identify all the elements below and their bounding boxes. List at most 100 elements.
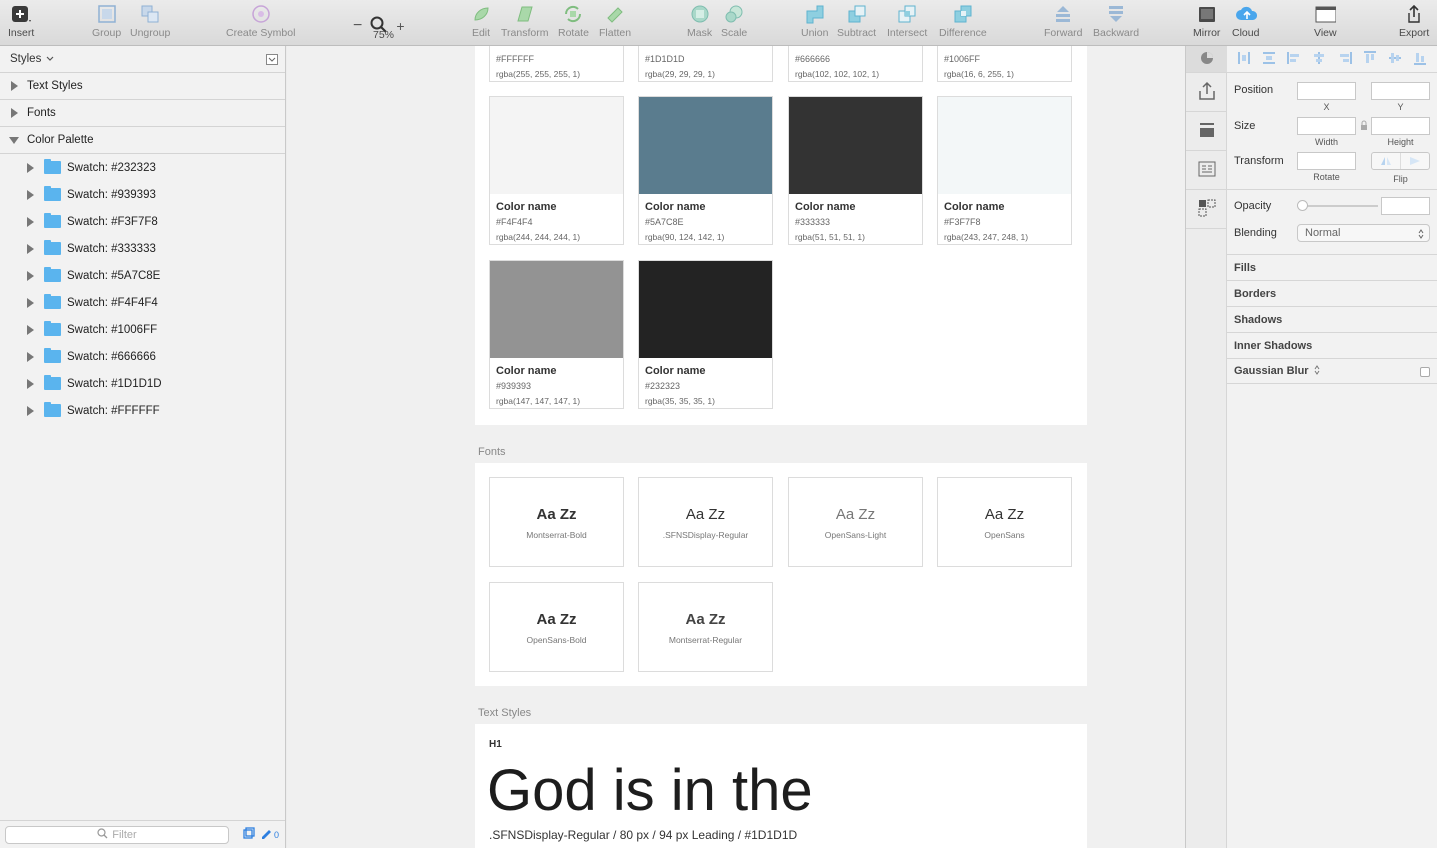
layer-item[interactable]: Swatch: #333333 [0,235,285,262]
inspector-tab-style[interactable] [1186,46,1227,73]
lock-icon[interactable] [1360,120,1368,134]
swatch-card[interactable]: Color name #F3F7F8 rgba(243, 247, 248, 1) [937,96,1072,245]
styles-header[interactable]: Styles [0,46,285,73]
subtract-button[interactable]: Subtract [837,3,876,43]
edit-button[interactable]: Edit [470,3,492,43]
layer-item[interactable]: Swatch: #1006FF [0,316,285,343]
disclosure-triangle-icon[interactable] [11,81,18,91]
swatch-card[interactable]: Color name #F4F4F4 rgba(244, 244, 244, 1) [489,96,624,245]
disclosure-triangle-icon[interactable] [27,216,34,227]
font-card[interactable]: Aa Zz OpenSans-Light [788,477,923,567]
y-field[interactable] [1371,82,1430,100]
disclosure-triangle-icon[interactable] [27,378,34,389]
opacity-field[interactable] [1381,197,1430,215]
layer-item[interactable]: Swatch: #939393 [0,181,285,208]
disclosure-triangle-icon[interactable] [27,297,34,308]
disclosure-triangle-icon[interactable] [27,189,34,200]
align-left-icon[interactable] [1287,51,1301,68]
disclosure-triangle-icon[interactable] [11,108,18,118]
flip-vertical-icon[interactable] [1401,153,1429,169]
layer-item[interactable]: Swatch: #F4F4F4 [0,289,285,316]
fills-section[interactable]: Fills [1227,254,1437,280]
disclosure-triangle-icon[interactable] [27,270,34,281]
updown-chevron-icon[interactable] [1314,364,1320,378]
width-field[interactable] [1297,117,1356,135]
swatch-card[interactable]: Color name #232323 rgba(35, 35, 35, 1) [638,260,773,409]
align-right-icon[interactable] [1338,51,1352,68]
rotate-button[interactable]: Rotate [558,3,589,43]
font-card[interactable]: Aa Zz .SFNSDisplay-Regular [638,477,773,567]
symbols-filter-icon[interactable] [243,827,255,842]
union-button[interactable]: Union [801,3,828,43]
group-button[interactable]: Group [92,3,121,43]
layer-item[interactable]: Swatch: #232323 [0,154,285,181]
gaussian-blur-section[interactable]: Gaussian Blur [1227,358,1437,384]
layer-item[interactable]: Swatch: #F3F7F8 [0,208,285,235]
layer-item[interactable]: Swatch: #FFFFFF [0,397,285,424]
insert-button[interactable]: Insert [8,3,34,43]
swatch-card[interactable]: #666666 rgba(102, 102, 102, 1) [788,46,923,82]
scale-button[interactable]: Scale [721,3,747,43]
font-card[interactable]: Aa Zz OpenSans [937,477,1072,567]
inspector-tab-symbols[interactable] [1186,190,1227,229]
opacity-slider-knob[interactable] [1297,200,1308,211]
swatch-card[interactable]: #FFFFFF rgba(255, 255, 255, 1) [489,46,624,82]
filter-input[interactable]: Filter [5,825,229,844]
swatch-card[interactable]: Color name #939393 rgba(147, 147, 147, 1) [489,260,624,409]
layer-item[interactable]: Swatch: #666666 [0,343,285,370]
flip-horizontal-icon[interactable] [1372,153,1401,169]
flip-control[interactable] [1371,152,1430,170]
height-field[interactable] [1371,117,1430,135]
align-center-icon[interactable] [1312,51,1326,68]
swatch-card[interactable]: #1006FF rgba(16, 6, 255, 1) [937,46,1072,82]
fonts-artboard-label[interactable]: Fonts [478,446,506,458]
layer-item[interactable]: Swatch: #5A7C8E [0,262,285,289]
difference-button[interactable]: Difference [939,3,987,43]
distribute-vertical-icon[interactable] [1262,51,1276,68]
font-card[interactable]: Aa Zz Montserrat-Regular [638,582,773,672]
opacity-slider-track[interactable] [1300,205,1378,207]
shadows-section[interactable]: Shadows [1227,306,1437,332]
zoom-out-icon[interactable]: − [353,18,362,34]
edited-filter-icon[interactable] [260,827,272,842]
ungroup-button[interactable]: Ungroup [130,3,170,43]
cloud-button[interactable]: Cloud [1232,3,1259,43]
group-text-styles[interactable]: Text Styles [0,73,285,100]
inner-shadows-section[interactable]: Inner Shadows [1227,332,1437,358]
collapse-all-icon[interactable] [266,54,278,68]
disclosure-triangle-icon[interactable] [27,243,34,254]
text-style-sample[interactable]: God is in the [487,756,813,826]
distribute-horizontal-icon[interactable] [1237,51,1251,68]
blur-checkbox[interactable] [1420,367,1430,377]
rotate-field[interactable] [1297,152,1356,170]
mask-button[interactable]: Mask [687,3,712,43]
swatch-card[interactable]: #1D1D1D rgba(29, 29, 29, 1) [638,46,773,82]
disclosure-triangle-icon[interactable] [27,351,34,362]
canvas[interactable]: #FFFFFF rgba(255, 255, 255, 1) #1D1D1D rgb… [287,46,1185,848]
text-styles-artboard-label[interactable]: Text Styles [478,707,531,719]
disclosure-triangle-icon[interactable] [27,162,34,173]
group-fonts[interactable]: Fonts [0,100,285,127]
inspector-tab-text[interactable] [1186,151,1227,190]
flatten-button[interactable]: Flatten [599,3,631,43]
align-bottom-icon[interactable] [1413,51,1427,68]
view-button[interactable]: View [1314,3,1337,43]
disclosure-triangle-icon[interactable] [27,405,34,416]
align-top-icon[interactable] [1363,50,1377,68]
disclosure-triangle-icon[interactable] [27,324,34,335]
swatch-card[interactable]: Color name #333333 rgba(51, 51, 51, 1) [788,96,923,245]
font-card[interactable]: Aa Zz Montserrat-Bold [489,477,624,567]
transform-button[interactable]: Transform [501,3,548,43]
group-color-palette[interactable]: Color Palette [0,127,285,154]
borders-section[interactable]: Borders [1227,280,1437,306]
forward-button[interactable]: Forward [1044,3,1083,43]
export-button[interactable]: Export [1399,3,1429,43]
swatch-card[interactable]: Color name #5A7C8E rgba(90, 124, 142, 1) [638,96,773,245]
disclosure-triangle-open-icon[interactable] [9,136,19,144]
x-field[interactable] [1297,82,1356,100]
mirror-button[interactable]: Mirror [1193,3,1220,43]
inspector-tab-export[interactable] [1186,73,1227,112]
zoom-in-icon[interactable]: + [396,19,404,33]
layer-item[interactable]: Swatch: #1D1D1D [0,370,285,397]
create-symbol-button[interactable]: Create Symbol [226,3,295,43]
